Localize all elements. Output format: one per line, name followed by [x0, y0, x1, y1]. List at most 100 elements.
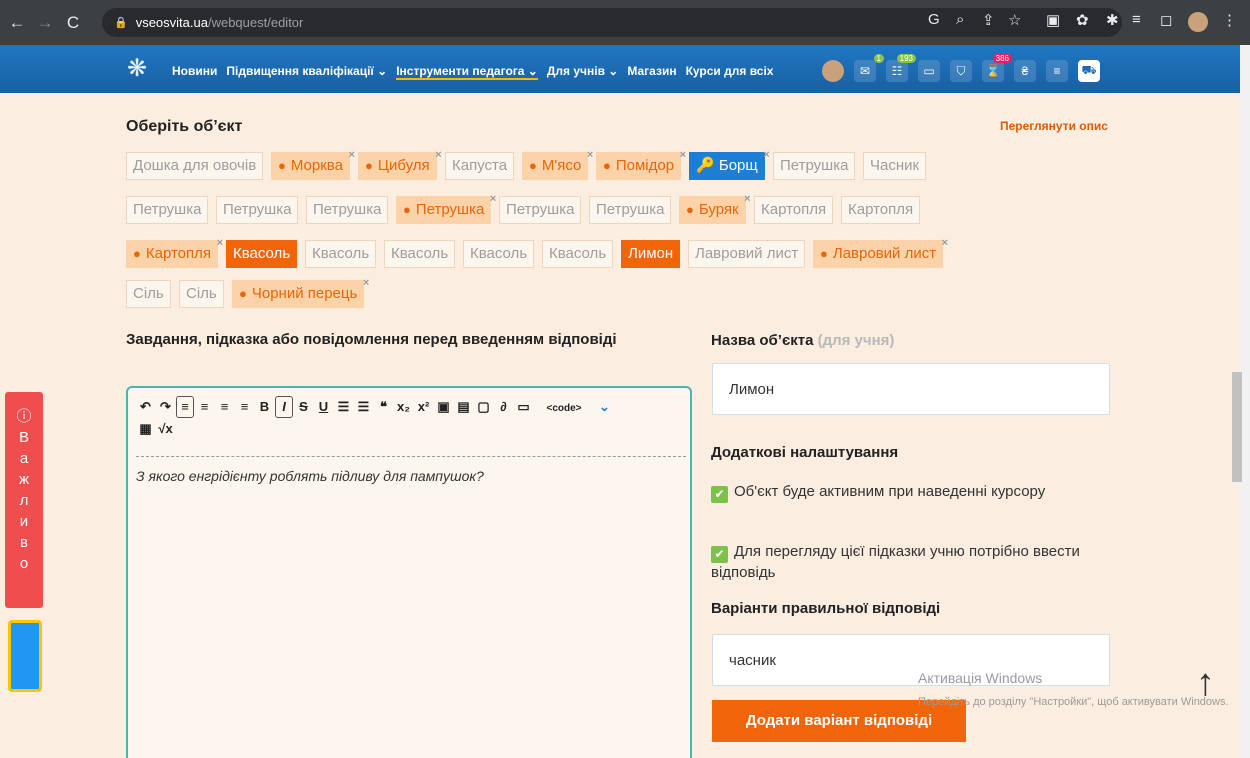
share-icon[interactable]: ⇪	[982, 11, 995, 29]
object-chip[interactable]: Квасоль	[542, 240, 614, 268]
object-chip[interactable]: Петрушка	[216, 196, 299, 224]
puzzle-icon[interactable]: ✱	[1106, 11, 1119, 29]
object-chip[interactable]: 🔑 Борщ ×	[689, 149, 770, 180]
remove-chip-icon[interactable]: ×	[363, 270, 369, 296]
object-chip[interactable]: Лавровий лист	[688, 240, 806, 268]
google-icon[interactable]: G	[928, 11, 940, 28]
object-chip[interactable]: Квасоль	[463, 240, 535, 268]
object-chip[interactable]: Цибуля×	[358, 149, 442, 180]
subscript-icon[interactable]: x₂	[394, 397, 413, 417]
menu-shop[interactable]: Магазин	[627, 64, 676, 80]
important-side-tab[interactable]: ⓘ Ва ж л и в о	[5, 392, 43, 608]
object-chip[interactable]: Буряк×	[679, 193, 751, 224]
remove-chip-icon[interactable]: ×	[587, 142, 593, 168]
currency-icon[interactable]: ₴	[1014, 60, 1036, 82]
quote-icon[interactable]: ❝	[374, 397, 393, 417]
object-chip[interactable]: Квасоль	[305, 240, 377, 268]
profile-avatar[interactable]	[1188, 12, 1208, 32]
file-icon[interactable]: ▤	[454, 397, 473, 417]
undo-icon[interactable]: ↶	[136, 397, 155, 417]
scroll-top-icon[interactable]: ↑	[1196, 662, 1215, 705]
italic-icon[interactable]: I	[275, 396, 293, 418]
bell-icon[interactable]: ⌛ 386	[982, 54, 1012, 82]
bullet-list-icon[interactable]: ☰	[334, 397, 353, 417]
strike-icon[interactable]: S	[294, 397, 313, 417]
image-icon[interactable]: ▣	[434, 397, 453, 417]
gift-icon[interactable]	[8, 620, 42, 692]
remove-chip-icon[interactable]: ×	[942, 230, 948, 256]
align-center-icon[interactable]: ≡	[195, 397, 214, 417]
object-chip[interactable]: Капуста	[445, 152, 515, 180]
object-chip[interactable]: М'ясо×	[522, 149, 593, 180]
star-icon[interactable]: ☆	[1008, 11, 1021, 29]
object-chip[interactable]: Дошка для овочів	[126, 152, 264, 180]
basket-icon[interactable]: ⛟	[1078, 60, 1100, 82]
menu-icon[interactable]: ⋮	[1222, 11, 1237, 29]
object-chip[interactable]: Сіль	[179, 280, 224, 308]
menu-news[interactable]: Новини	[172, 64, 217, 80]
site-logo[interactable]: ❋	[124, 52, 150, 86]
superscript-icon[interactable]: x²	[414, 397, 433, 417]
remove-chip-icon[interactable]: ×	[490, 186, 496, 212]
menu-qualification[interactable]: Підвищення кваліфікації ⌄	[226, 64, 387, 80]
rich-text-editor[interactable]: ↶ ↷ ≡ ≡ ≡ ≡ B I S U ☰ ☰ ❝ x₂ x² ▣ ▤ ▢ ∂ ▭ <code> ⌄ ▦ √x З якого…	[126, 386, 692, 758]
object-chip[interactable]: Лимон	[621, 240, 681, 268]
object-name-input[interactable]: Лимон	[712, 363, 1110, 415]
object-chip[interactable]: Петрушка	[499, 196, 582, 224]
justify-icon[interactable]: ≡	[235, 397, 254, 417]
object-chip[interactable]: Картопля	[754, 196, 834, 224]
translate-icon[interactable]: ▣	[1046, 11, 1060, 29]
expand-icon[interactable]: ⌄	[595, 397, 614, 417]
object-chip[interactable]: Петрушка	[126, 196, 209, 224]
doc-icon[interactable]: ▢	[474, 397, 493, 417]
answer-input[interactable]: часник	[712, 634, 1110, 686]
option-active-hover[interactable]: ✔ Об'єкт буде активним при наведенні курс…	[711, 482, 1111, 503]
object-chip[interactable]: Помідор×	[596, 149, 686, 180]
checkbox-checked-icon[interactable]: ✔	[711, 546, 728, 563]
underline-icon[interactable]: U	[314, 397, 333, 417]
comment-icon[interactable]: ▭	[514, 397, 533, 417]
option-require-answer[interactable]: ✔ Для перегляду цієї підказки учню потріб…	[711, 542, 1111, 583]
remove-chip-icon[interactable]: ×	[763, 142, 769, 168]
remove-chip-icon[interactable]: ×	[217, 230, 223, 256]
remove-chip-icon[interactable]: ×	[680, 142, 686, 168]
object-chip[interactable]: Квасоль	[384, 240, 456, 268]
object-chip[interactable]: Картопля×	[126, 237, 223, 268]
redo-icon[interactable]: ↷	[156, 397, 175, 417]
object-chip[interactable]: Морква×	[271, 149, 355, 180]
remove-chip-icon[interactable]: ×	[348, 142, 354, 168]
object-chip[interactable]: Картопля	[841, 196, 921, 224]
menu-teacher-tools[interactable]: Інструменти педагога ⌄	[396, 64, 538, 80]
extension-icon[interactable]: ✿	[1076, 11, 1089, 29]
object-chip[interactable]: Квасоль	[226, 240, 298, 268]
reading-list-icon[interactable]: ≡	[1132, 11, 1141, 28]
bold-icon[interactable]: B	[255, 397, 274, 417]
hamburger-icon[interactable]: ≡	[1046, 60, 1068, 82]
comments-icon[interactable]: ☷ 193	[886, 54, 916, 82]
menu-courses[interactable]: Курси для всіх	[686, 64, 774, 80]
object-chip[interactable]: Петрушка	[306, 196, 389, 224]
numbered-list-icon[interactable]: ☰	[354, 397, 373, 417]
checkbox-checked-icon[interactable]: ✔	[711, 486, 728, 503]
sidepanel-icon[interactable]: ◻	[1160, 11, 1172, 29]
address-bar[interactable]: 🔒 vseosvita.ua/webquest/editor	[102, 8, 1122, 37]
user-avatar[interactable]	[822, 60, 844, 82]
zoom-icon[interactable]: ⌕	[956, 11, 964, 28]
object-chip[interactable]: Петрушка	[773, 152, 856, 180]
remove-chip-icon[interactable]: ×	[435, 142, 441, 168]
object-chip[interactable]: Лавровий лист×	[813, 237, 948, 268]
back-icon[interactable]: ←	[6, 13, 28, 33]
formula-icon[interactable]: √x	[156, 419, 175, 439]
reload-icon[interactable]: C	[62, 13, 84, 33]
editor-content[interactable]: З якого енгрідієнту роблять підливу для …	[136, 468, 484, 484]
object-chip[interactable]: Чорний перець×	[232, 277, 369, 308]
object-chip[interactable]: Петрушка×	[396, 193, 496, 224]
view-description-link[interactable]: Переглянути опис	[1000, 119, 1108, 133]
remove-chip-icon[interactable]: ×	[744, 186, 750, 212]
forward-icon[interactable]: →	[34, 13, 56, 33]
code-icon[interactable]: <code>	[534, 399, 594, 419]
mail-icon[interactable]: ✉ 1	[854, 54, 884, 82]
object-chip[interactable]: Сіль	[126, 280, 171, 308]
align-right-icon[interactable]: ≡	[215, 397, 234, 417]
scrollbar-thumb[interactable]	[1232, 372, 1242, 482]
